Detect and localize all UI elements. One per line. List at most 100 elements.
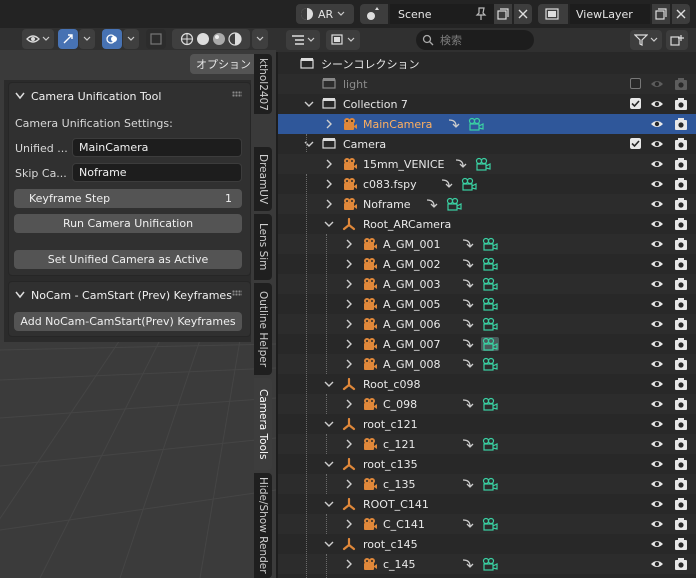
unified-camera-field[interactable]: MainCamera [72,138,242,157]
eye-icon[interactable] [650,177,664,191]
render-camera-icon[interactable] [674,337,688,351]
scene-browse-button[interactable] [360,4,388,24]
render-camera-icon[interactable] [674,537,688,551]
chevron-right-icon[interactable] [324,199,334,209]
render-camera-icon[interactable] [674,417,688,431]
chevron-down-icon[interactable] [324,459,334,469]
set-unified-camera-active-button[interactable]: Set Unified Camera as Active [14,250,242,269]
chevron-down-icon[interactable] [304,99,314,109]
outliner-row-empty[interactable]: Root_ARCamera [278,214,696,234]
eye-icon[interactable] [650,297,664,311]
render-camera-icon[interactable] [674,497,688,511]
pin-icon[interactable] [474,7,488,21]
chevron-right-icon[interactable] [344,439,354,449]
chevron-right-icon[interactable] [344,339,354,349]
eye-icon[interactable] [650,77,664,91]
eye-icon[interactable] [650,517,664,531]
outliner-row-collection[interactable]: light [278,74,696,94]
overlay-dropdown[interactable] [123,29,139,49]
chevron-right-icon[interactable] [324,119,334,129]
eye-icon[interactable] [650,537,664,551]
outliner-row-camera[interactable]: MainCamera [278,114,696,134]
outliner-row-camera[interactable]: Noframe [278,194,696,214]
keyframe-step-field[interactable]: Keyframe Step 1 [14,189,242,208]
tab-outline-helper[interactable]: Outline Helper [254,283,272,375]
exclude-checkbox[interactable] [630,78,641,89]
eye-icon[interactable] [650,137,664,151]
outliner-row-camera[interactable]: C_098 [278,394,696,414]
render-camera-icon[interactable] [674,377,688,391]
outliner-row-camera[interactable]: c_135 [278,474,696,494]
eye-icon[interactable] [650,337,664,351]
outliner-row-camera[interactable]: c_145 [278,554,696,574]
skip-camera-field[interactable]: Noframe [72,163,242,182]
eye-icon[interactable] [650,317,664,331]
chevron-right-icon[interactable] [344,319,354,329]
view-layer-browse-button[interactable] [538,4,568,24]
tab-lens-sim[interactable]: Lens Sim [254,214,272,280]
filter-dropdown[interactable] [630,30,662,50]
eye-icon[interactable] [650,117,664,131]
eye-icon[interactable] [650,397,664,411]
exclude-checkbox[interactable] [630,138,641,149]
render-camera-icon[interactable] [674,257,688,271]
tab-dreamuv[interactable]: DreamUV [254,147,272,211]
tab-camera-tools[interactable]: Camera Tools [254,378,272,470]
eye-icon[interactable] [650,197,664,211]
outliner-row-camera[interactable]: A_GM_006 [278,314,696,334]
new-collection-button[interactable] [666,30,688,50]
render-camera-icon[interactable] [674,297,688,311]
tab-hide-show-render[interactable]: Hide/Show Render [254,473,272,578]
render-camera-icon[interactable] [674,77,688,91]
gizmo-dropdown[interactable] [79,29,95,49]
chevron-right-icon[interactable] [344,399,354,409]
render-camera-icon[interactable] [674,437,688,451]
render-camera-icon[interactable] [674,477,688,491]
delete-scene-button[interactable] [514,4,532,24]
chevron-right-icon[interactable] [324,179,334,189]
chevron-right-icon[interactable] [344,359,354,369]
render-camera-icon[interactable] [674,117,688,131]
render-camera-icon[interactable] [674,357,688,371]
shading-dropdown[interactable] [252,29,268,49]
eye-icon[interactable] [650,97,664,111]
render-camera-icon[interactable] [674,517,688,531]
render-camera-icon[interactable] [674,197,688,211]
render-camera-icon[interactable] [674,397,688,411]
visibility-dropdown[interactable] [22,29,54,49]
outliner-row-camera[interactable]: A_GM_008 [278,354,696,374]
outliner-row-empty[interactable]: ROOT_C141 [278,494,696,514]
drag-grip-icon[interactable] [232,91,242,97]
chevron-right-icon[interactable] [344,239,354,249]
chevron-down-icon[interactable] [324,219,334,229]
outliner-row-camera[interactable]: A_GM_002 [278,254,696,274]
eye-icon[interactable] [650,257,664,271]
editor-type-dropdown[interactable] [286,30,320,50]
overlay-toggle[interactable] [102,29,122,49]
outliner-row-collection[interactable]: シーンコレクション [278,54,696,74]
tab-kthol2407[interactable]: kthol2407 [254,54,272,114]
outliner-row-collection[interactable]: Collection 7 [278,94,696,114]
chevron-down-icon[interactable] [324,419,334,429]
render-camera-icon[interactable] [674,277,688,291]
chevron-right-icon[interactable] [344,519,354,529]
outliner-row-camera[interactable]: A_GM_007 [278,334,696,354]
eye-icon[interactable] [650,377,664,391]
outliner-row-camera[interactable]: C_C141 [278,514,696,534]
chevron-down-icon[interactable] [324,539,334,549]
eye-icon[interactable] [650,277,664,291]
eye-icon[interactable] [650,557,664,571]
new-view-layer-button[interactable] [652,4,670,24]
xray-toggle[interactable] [146,29,166,49]
eye-icon[interactable] [650,157,664,171]
outliner-tree[interactable]: シーンコレクション light Collection 7 MainCamera Came… [278,52,696,578]
eye-icon[interactable] [650,217,664,231]
chevron-down-icon[interactable] [324,499,334,509]
eye-icon[interactable] [650,437,664,451]
outliner-row-camera[interactable]: A_GM_001 [278,234,696,254]
scene-selector[interactable]: AR [296,4,354,24]
chevron-right-icon[interactable] [344,279,354,289]
3d-viewport[interactable]: オプション Camera Unification Tool Camera Uni… [0,0,276,578]
delete-view-layer-button[interactable] [672,4,690,24]
add-nocam-keyframes-button[interactable]: Add NoCam-CamStart(Prev) Keyframes [14,312,242,331]
